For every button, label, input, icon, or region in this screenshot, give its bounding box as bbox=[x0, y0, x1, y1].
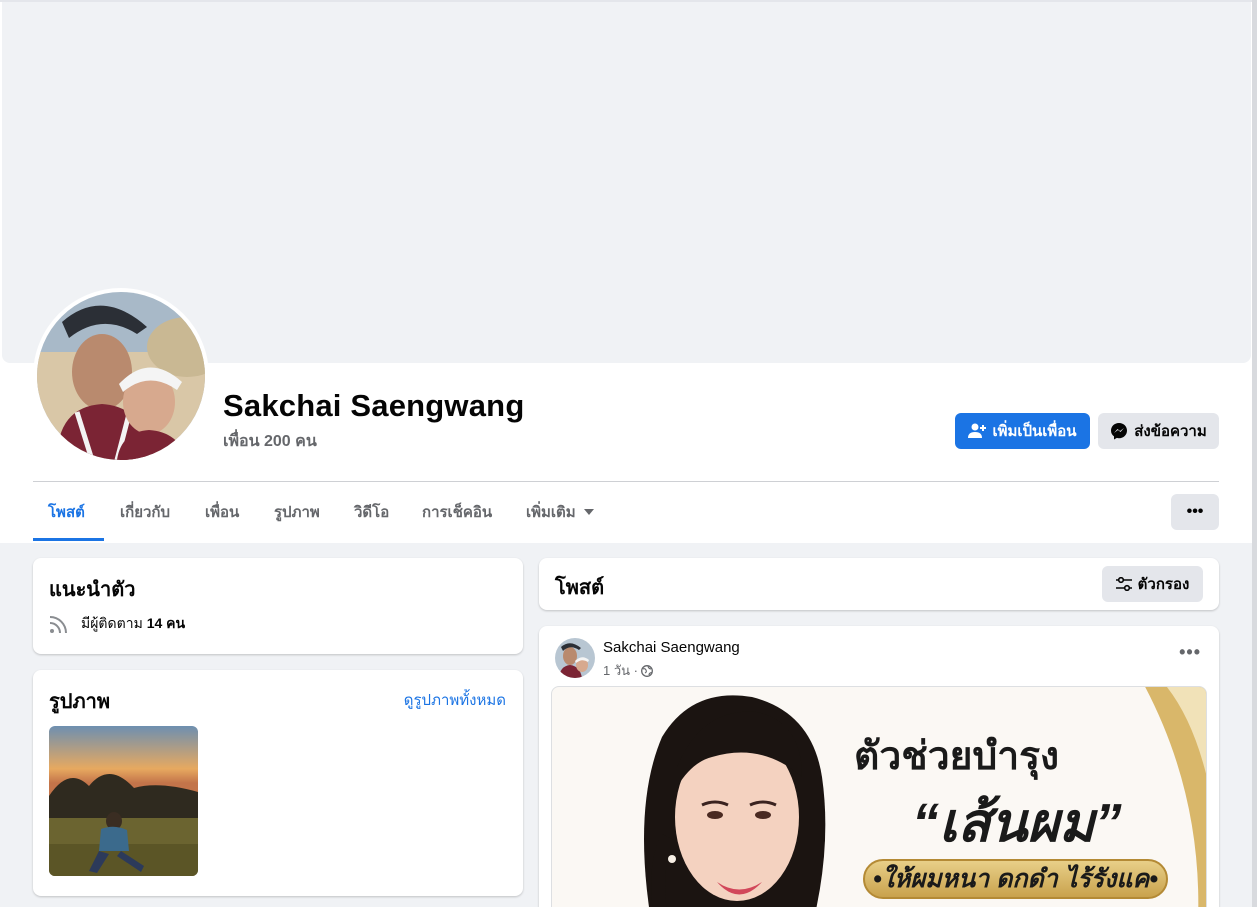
ad-tagline: •ให้ผมหนา ดกดำ ไร้รังแค• bbox=[863, 859, 1168, 899]
post-options-button[interactable]: ••• bbox=[1179, 642, 1201, 663]
ad-headline: ตัวช่วยบำรุง bbox=[854, 735, 1060, 778]
followers-row: มีผู้ติดตาม 14 คน bbox=[49, 613, 185, 635]
tab-about[interactable]: เกี่ยวกับ bbox=[120, 482, 170, 542]
public-globe-icon bbox=[641, 664, 653, 677]
post-image[interactable]: ตัวช่วยบำรุง “เส้นผม” •ให้ผมหนา ดกดำ ไร้… bbox=[551, 686, 1207, 907]
filter-icon bbox=[1115, 577, 1132, 591]
posts-header-card: โพสต์ ตัวกรอง bbox=[539, 558, 1219, 610]
photo-thumbnail[interactable] bbox=[49, 726, 198, 876]
profile-name: Sakchai Saengwang bbox=[223, 388, 525, 423]
message-label: ส่งข้อความ bbox=[1134, 423, 1207, 440]
post-timestamp[interactable]: 1 วัน · bbox=[603, 660, 638, 681]
see-all-photos-link[interactable]: ดูรูปภาพทั้งหมด bbox=[404, 688, 506, 712]
cover-photo[interactable] bbox=[2, 2, 1251, 363]
ad-model-illustration bbox=[644, 695, 826, 907]
post-author-name[interactable]: Sakchai Saengwang bbox=[603, 639, 740, 656]
rss-icon bbox=[49, 616, 67, 634]
ad-subheadline: “เส้นผม” bbox=[912, 793, 1122, 853]
top-border bbox=[0, 0, 1257, 2]
intro-title: แนะนำตัว bbox=[49, 579, 136, 601]
tab-checkins[interactable]: การเช็คอิน bbox=[422, 482, 492, 542]
friend-count[interactable]: เพื่อน 200 คน bbox=[223, 429, 317, 454]
photos-title: รูปภาพ bbox=[49, 691, 111, 713]
tab-friends[interactable]: เพื่อน bbox=[205, 482, 239, 542]
add-user-icon bbox=[968, 423, 987, 438]
profile-more-button[interactable]: ••• bbox=[1171, 494, 1219, 530]
tab-more-label: เพิ่มเติม bbox=[526, 504, 576, 521]
followers-text: มีผู้ติดตาม 14 คน bbox=[81, 613, 185, 635]
message-button[interactable]: ส่งข้อความ bbox=[1098, 413, 1219, 449]
tab-photos[interactable]: รูปภาพ bbox=[274, 482, 320, 542]
messenger-icon bbox=[1111, 423, 1128, 440]
photos-card: รูปภาพ ดูรูปภาพทั้งหมด bbox=[33, 670, 523, 896]
intro-card: แนะนำตัว มีผู้ติดตาม 14 คน bbox=[33, 558, 523, 654]
post-card: Sakchai Saengwang 1 วัน · ••• ตัวช่วยบำร… bbox=[539, 626, 1219, 907]
posts-title: โพสต์ bbox=[555, 577, 605, 599]
window-edge bbox=[1252, 0, 1257, 907]
followers-count[interactable]: 14 คน bbox=[147, 615, 185, 631]
filter-label: ตัวกรอง bbox=[1137, 576, 1190, 593]
add-friend-button[interactable]: เพิ่มเป็นเพื่อน bbox=[955, 413, 1090, 449]
post-meta: 1 วัน · bbox=[603, 660, 653, 681]
profile-photo bbox=[37, 292, 205, 460]
caret-down-icon bbox=[583, 509, 594, 515]
profile-avatar[interactable] bbox=[33, 288, 209, 464]
post-author-avatar[interactable] bbox=[555, 638, 595, 678]
tab-posts[interactable]: โพสต์ bbox=[48, 482, 85, 542]
active-tab-indicator bbox=[33, 538, 104, 541]
tab-more[interactable]: เพิ่มเติม bbox=[526, 482, 594, 542]
followers-prefix: มีผู้ติดตาม bbox=[81, 615, 147, 631]
add-friend-label: เพิ่มเป็นเพื่อน bbox=[992, 423, 1077, 440]
tab-videos[interactable]: วิดีโอ bbox=[354, 482, 389, 542]
filter-button[interactable]: ตัวกรอง bbox=[1102, 566, 1203, 602]
